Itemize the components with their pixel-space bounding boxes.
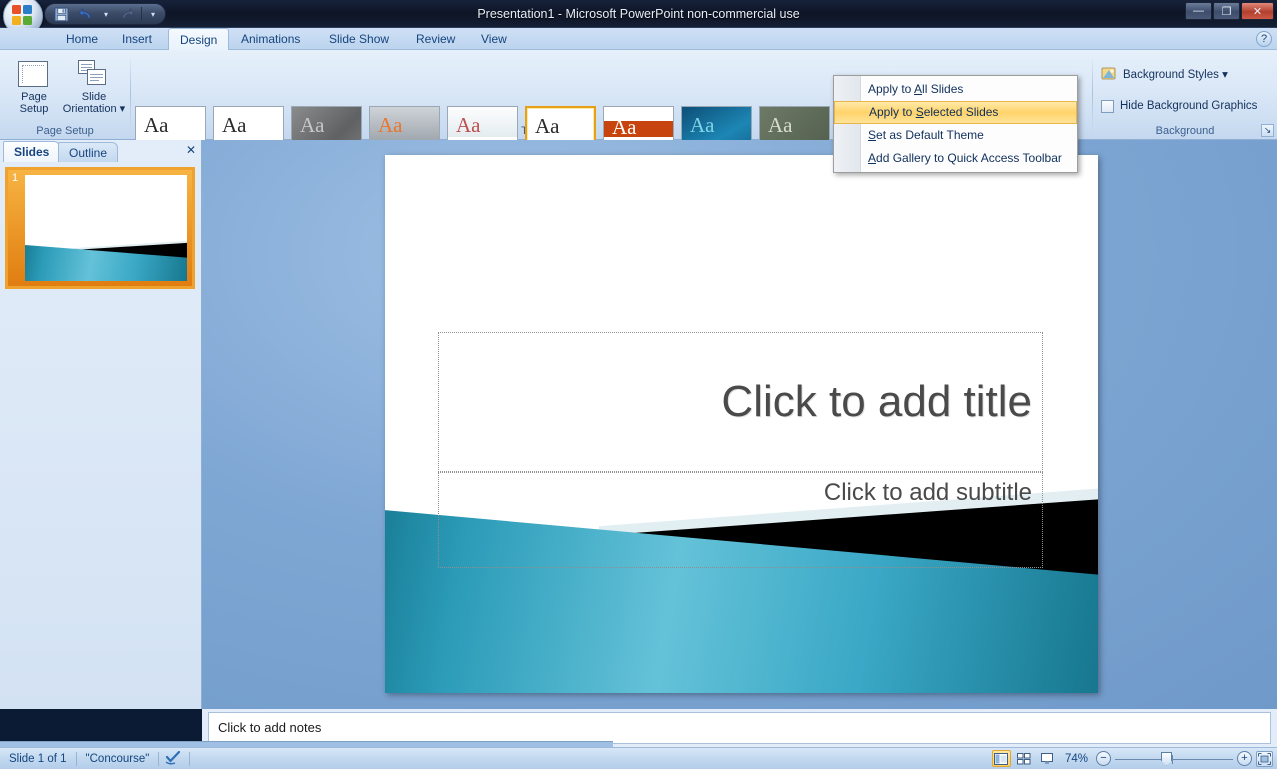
page-setup-button[interactable]: Page Setup: [5, 54, 63, 120]
tab-slides[interactable]: Slides: [3, 141, 61, 162]
maximize-button[interactable]: ❐: [1213, 2, 1240, 20]
background-dialog-launcher[interactable]: ↘: [1261, 124, 1274, 137]
ribbon: Page Setup Slide Orientation ▾ Page Setu…: [0, 50, 1277, 164]
theme-equity-aa: Aa: [612, 115, 637, 139]
fit-slide-to-window-icon[interactable]: [1256, 750, 1273, 767]
window-controls: — ❐ ✕: [1185, 2, 1274, 20]
menu-apply-to-selected-slides[interactable]: Apply to Selected Slides: [834, 101, 1077, 124]
tab-slide-show[interactable]: Slide Show: [318, 28, 400, 50]
menu-item-2-key: S: [868, 128, 877, 142]
quick-access-toolbar: ▾ ▾: [44, 3, 166, 25]
status-bar-right: 74% − +: [991, 750, 1273, 767]
slide-orientation-label-line1: Slide: [81, 91, 107, 103]
background-styles-icon: [1101, 66, 1117, 82]
slide-thumbnail-number: 1: [11, 172, 19, 184]
zoom-out-button[interactable]: −: [1096, 751, 1111, 766]
zoom-in-button[interactable]: +: [1237, 751, 1252, 766]
page-setup-icon: [18, 57, 50, 89]
tab-animations[interactable]: Animations: [230, 28, 311, 50]
subtitle-placeholder[interactable]: Click to add subtitle: [438, 472, 1043, 568]
page-setup-label-line1: Page: [21, 91, 47, 103]
zoom-level-label: 74%: [1064, 752, 1088, 765]
help-icon[interactable]: ?: [1256, 31, 1272, 47]
hide-background-graphics-label: Hide Background Graphics: [1120, 100, 1258, 112]
zoom-slider-track: [1115, 758, 1233, 760]
menu-item-0-pre: Apply to: [868, 82, 915, 96]
view-slide-sorter-button[interactable]: [1015, 750, 1034, 767]
zoom-slider[interactable]: [1115, 751, 1233, 767]
theme-concourse-alt-aa: Aa: [456, 113, 481, 137]
title-placeholder[interactable]: Click to add title: [438, 332, 1043, 472]
menu-add-gallery-to-qat[interactable]: Add Gallery to Quick Access Toolbar: [834, 147, 1077, 170]
slides-pane-tabs: Slides Outline ✕: [0, 140, 202, 162]
theme-context-menu: Apply to All Slides Apply to Selected Sl…: [833, 75, 1078, 173]
save-icon[interactable]: [51, 5, 71, 23]
background-styles-button[interactable]: Background Styles ▾: [1101, 63, 1257, 85]
theme-name-label: "Concourse": [85, 752, 150, 765]
menu-item-2-post: et as Default Theme: [876, 128, 984, 142]
slide-canvas[interactable]: Click to add title Click to add subtitle: [385, 155, 1098, 693]
menu-item-0-key: A: [914, 82, 923, 96]
theme-office-aa: Aa: [144, 113, 169, 137]
menu-item-3-key: A: [868, 151, 877, 165]
undo-icon[interactable]: [76, 5, 96, 23]
status-separator-3: [189, 751, 191, 766]
group-page-setup: Page Setup Slide Orientation ▾ Page Setu…: [0, 50, 130, 139]
tab-home[interactable]: Home: [55, 28, 109, 50]
theme-concourse-aa: Aa: [535, 114, 560, 138]
customize-qat-icon[interactable]: ▾: [147, 5, 159, 23]
slide-orientation-button[interactable]: Slide Orientation ▾: [60, 54, 128, 120]
concourse-art-thumbnail: [25, 175, 187, 281]
group-background: Background Styles ▾ Hide Background Grap…: [1093, 50, 1277, 139]
theme-civic-aa: Aa: [378, 113, 403, 137]
group-page-setup-label: Page Setup: [36, 125, 94, 137]
close-button[interactable]: ✕: [1241, 2, 1274, 20]
zoom-slider-handle[interactable]: [1161, 751, 1172, 766]
status-bar: Slide 1 of 1 "Concourse" 74% − +: [0, 747, 1277, 769]
theme-aspect-aa: Aa: [300, 113, 325, 137]
hide-background-graphics-checkbox[interactable]: Hide Background Graphics: [1101, 95, 1257, 117]
slide-thumbnail-1[interactable]: 1: [5, 167, 195, 289]
menu-item-1-pre: Apply to: [869, 105, 916, 119]
page-setup-label-line2: Setup: [19, 103, 49, 115]
redo-icon[interactable]: [116, 5, 136, 23]
menu-apply-to-all-slides[interactable]: Apply to All Slides: [834, 78, 1077, 101]
tab-insert[interactable]: Insert: [111, 28, 163, 50]
title-placeholder-text: Click to add title: [721, 377, 1032, 426]
close-pane-button[interactable]: ✕: [186, 143, 196, 157]
hide-background-graphics-checkbox-box[interactable]: [1101, 99, 1114, 113]
slides-pane: Slides Outline ✕ 1: [0, 140, 202, 709]
theme-apex-aa: Aa: [222, 113, 247, 137]
tab-outline[interactable]: Outline: [58, 142, 119, 162]
menu-item-1-post: elected Slides: [923, 105, 999, 119]
title-bar: Presentation1 - Microsoft PowerPoint non…: [0, 0, 1277, 36]
view-slide-show-button[interactable]: [1038, 750, 1057, 767]
tab-design[interactable]: Design: [168, 28, 230, 51]
slide-orientation-label-line2: Orientation ▾: [62, 103, 126, 115]
menu-item-0-post: ll Slides: [922, 82, 964, 96]
background-styles-label: Background Styles ▾: [1123, 69, 1228, 81]
menu-item-1-key: S: [915, 105, 924, 119]
minimize-button[interactable]: —: [1185, 2, 1212, 20]
zoom-slider-midpoint: [1172, 754, 1173, 764]
tab-view[interactable]: View: [470, 28, 518, 50]
group-background-label: Background: [1155, 125, 1215, 137]
ribbon-tab-strip: Home Insert Design Animations Slide Show…: [0, 28, 1277, 51]
slide-orientation-icon: [78, 57, 110, 89]
theme-foundry-aa: Aa: [768, 113, 793, 137]
qat-separator: [141, 7, 142, 21]
spell-check-icon[interactable]: [159, 750, 189, 767]
undo-dropdown-icon[interactable]: ▾: [101, 5, 111, 23]
window-title: Presentation1 - Microsoft PowerPoint non…: [477, 7, 800, 21]
slide-thumbnail-preview: [25, 175, 187, 281]
menu-set-as-default-theme[interactable]: Set as Default Theme: [834, 124, 1077, 147]
slide-work-area: Click to add title Click to add subtitle: [202, 140, 1277, 709]
view-normal-button[interactable]: [991, 750, 1011, 767]
subtitle-placeholder-text: Click to add subtitle: [823, 479, 1032, 506]
notes-input[interactable]: Click to add notes: [208, 712, 1271, 744]
menu-item-3-post: dd Gallery to Quick Access Toolbar: [876, 151, 1062, 165]
slide-count-label: Slide 1 of 1: [9, 752, 67, 765]
theme-flow-aa: Aa: [690, 113, 715, 137]
tab-review[interactable]: Review: [405, 28, 466, 50]
